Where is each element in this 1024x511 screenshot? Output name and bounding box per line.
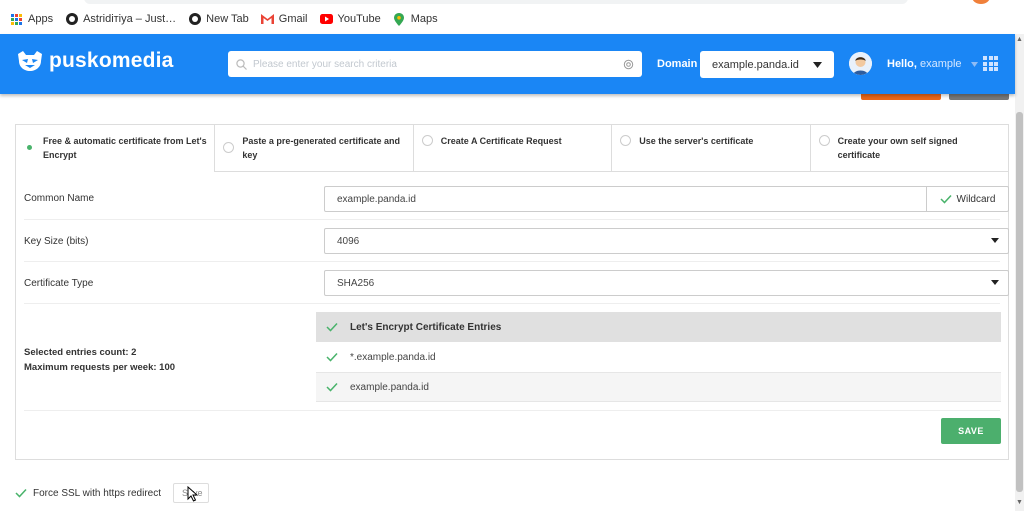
checkmark-icon <box>940 194 952 204</box>
tab-paste-certificate[interactable]: Paste a pre-generated certificate and ke… <box>214 125 413 172</box>
bookmark-label: YouTube <box>337 13 381 25</box>
tab-label: Use the server's certificate <box>639 136 754 146</box>
entry-label: example.panda.id <box>350 381 429 393</box>
username: example <box>919 58 962 70</box>
apps-grid-icon <box>10 13 23 26</box>
tab-certificate-request[interactable]: Create A Certificate Request <box>412 125 612 172</box>
youtube-icon <box>319 13 333 26</box>
scroll-thumb[interactable] <box>1016 112 1023 492</box>
common-name-field[interactable]: example.panda.id Wildcard <box>324 186 1009 212</box>
scroll-up-arrow-icon[interactable]: ▲ <box>1016 36 1023 43</box>
checkmark-icon <box>326 322 338 332</box>
save-button[interactable]: SAVE <box>941 418 1001 444</box>
bookmark-label: Gmail <box>278 13 308 25</box>
settings-gear-icon[interactable] <box>623 59 634 70</box>
wildcard-label: Wildcard <box>956 193 996 205</box>
mouse-cursor-icon <box>187 486 198 502</box>
search-icon <box>236 58 247 70</box>
force-ssl-row: Force SSL with https redirect Save <box>15 483 210 503</box>
tab-label: Paste a pre-generated certificate and ke… <box>242 136 400 160</box>
bookmark-apps[interactable]: Apps <box>10 13 53 26</box>
letsencrypt-entries-list: Let's Encrypt Certificate Entries *.exam… <box>316 312 1001 402</box>
search-input[interactable] <box>253 58 623 70</box>
tab-label: Free & automatic certificate from Let's … <box>43 136 207 160</box>
app-header: puskomedia Domain example.panda.id Hello… <box>0 34 1015 94</box>
bookmarks-bar: Apps Astridітiya – Just… New Tab Gmail Y… <box>0 5 1024 33</box>
radio-icon <box>421 135 433 146</box>
address-bar[interactable] <box>84 0 908 4</box>
github-icon <box>65 13 78 26</box>
tab-label: Create A Certificate Request <box>440 136 562 146</box>
brand-name: puskomedia <box>49 49 174 72</box>
user-avatar-icon <box>849 52 872 75</box>
entries-header-label: Let's Encrypt Certificate Entries <box>350 321 502 333</box>
key-size-select[interactable]: 4096 <box>324 228 1009 254</box>
profile-avatar-icon[interactable] <box>972 0 990 4</box>
common-name-row: Common Name example.panda.id Wildcard <box>24 172 1009 220</box>
radio-selected-icon <box>24 142 35 153</box>
gmail-icon <box>260 13 274 26</box>
bookmark-label: Apps <box>28 13 54 25</box>
checkmark-icon <box>326 382 338 392</box>
ssl-certificate-card: Free & automatic certificate from Let's … <box>15 124 1009 460</box>
maps-pin-icon <box>393 12 406 26</box>
force-ssl-label: Force SSL with https redirect <box>33 487 162 499</box>
bookmark-astriditiya[interactable]: Astridітiya – Just… <box>65 13 176 26</box>
domain-label: Domain <box>657 58 698 70</box>
scroll-down-arrow-icon[interactable]: ▼ <box>1016 499 1023 506</box>
entry-stats: Selected entries count: 2 Maximum reques… <box>24 345 175 375</box>
common-name-value: example.panda.id <box>337 193 416 205</box>
tab-label: Create your own self signed certificate <box>837 136 958 160</box>
dropdown-caret-icon <box>991 280 999 285</box>
avatar[interactable] <box>849 52 872 75</box>
force-ssl-checkbox-icon[interactable] <box>15 488 27 498</box>
certificate-type-row: Certificate Type SHA256 <box>24 262 1009 304</box>
domain-value: example.panda.id <box>712 58 799 71</box>
list-item[interactable]: example.panda.id <box>316 372 1001 402</box>
chevron-down-icon <box>813 61 822 68</box>
bookmark-gmail[interactable]: Gmail <box>260 13 308 26</box>
panda-logo-icon <box>18 51 42 71</box>
bookmark-label: Maps <box>410 13 438 25</box>
user-greeting[interactable]: Hello, example <box>887 58 978 70</box>
bookmark-label: New Tab <box>206 13 249 25</box>
bookmark-maps[interactable]: Maps <box>393 12 438 26</box>
brand-logo[interactable]: puskomedia <box>17 49 174 73</box>
entry-label: *.example.panda.id <box>350 351 436 363</box>
certificate-type-value: SHA256 <box>337 277 375 289</box>
common-name-label: Common Name <box>24 193 95 204</box>
page-scrollbar[interactable]: ▲ ▼ <box>1015 34 1024 511</box>
dropdown-caret-icon <box>991 238 999 243</box>
entries-header[interactable]: Let's Encrypt Certificate Entries <box>316 312 1001 342</box>
key-size-label: Key Size (bits) <box>24 236 89 247</box>
tab-letsencrypt[interactable]: Free & automatic certificate from Let's … <box>16 125 214 172</box>
chevron-down-icon <box>970 61 978 67</box>
domain-select[interactable]: example.panda.id <box>700 51 834 78</box>
bookmark-new-tab[interactable]: New Tab <box>188 13 249 26</box>
list-item[interactable]: *.example.panda.id <box>316 342 1001 372</box>
max-requests-per-week: Maximum requests per week: 100 <box>24 362 176 373</box>
greeting-text: Hello, <box>887 58 917 70</box>
tab-server-certificate[interactable]: Use the server's certificate <box>611 125 810 172</box>
bookmark-youtube[interactable]: YouTube <box>319 13 381 26</box>
certificate-type-label: Certificate Type <box>24 278 94 289</box>
certificate-method-tabs: Free & automatic certificate from Let's … <box>16 125 1009 172</box>
search-box[interactable] <box>228 51 642 77</box>
wildcard-checkbox[interactable]: Wildcard <box>926 186 1008 212</box>
selected-entries-count: Selected entries count: 2 <box>24 347 137 358</box>
certificate-type-select[interactable]: SHA256 <box>324 270 1009 296</box>
github-icon <box>188 13 201 26</box>
key-size-value: 4096 <box>337 235 360 247</box>
apps-menu-icon[interactable] <box>983 56 998 71</box>
radio-icon <box>818 135 830 146</box>
radio-icon <box>223 142 235 153</box>
bookmark-label: Astridітiya – Just… <box>83 13 177 25</box>
key-size-row: Key Size (bits) 4096 <box>24 220 1009 262</box>
radio-icon <box>620 135 632 146</box>
checkmark-icon <box>326 352 338 362</box>
tab-self-signed[interactable]: Create your own self signed certificate <box>809 125 1009 172</box>
